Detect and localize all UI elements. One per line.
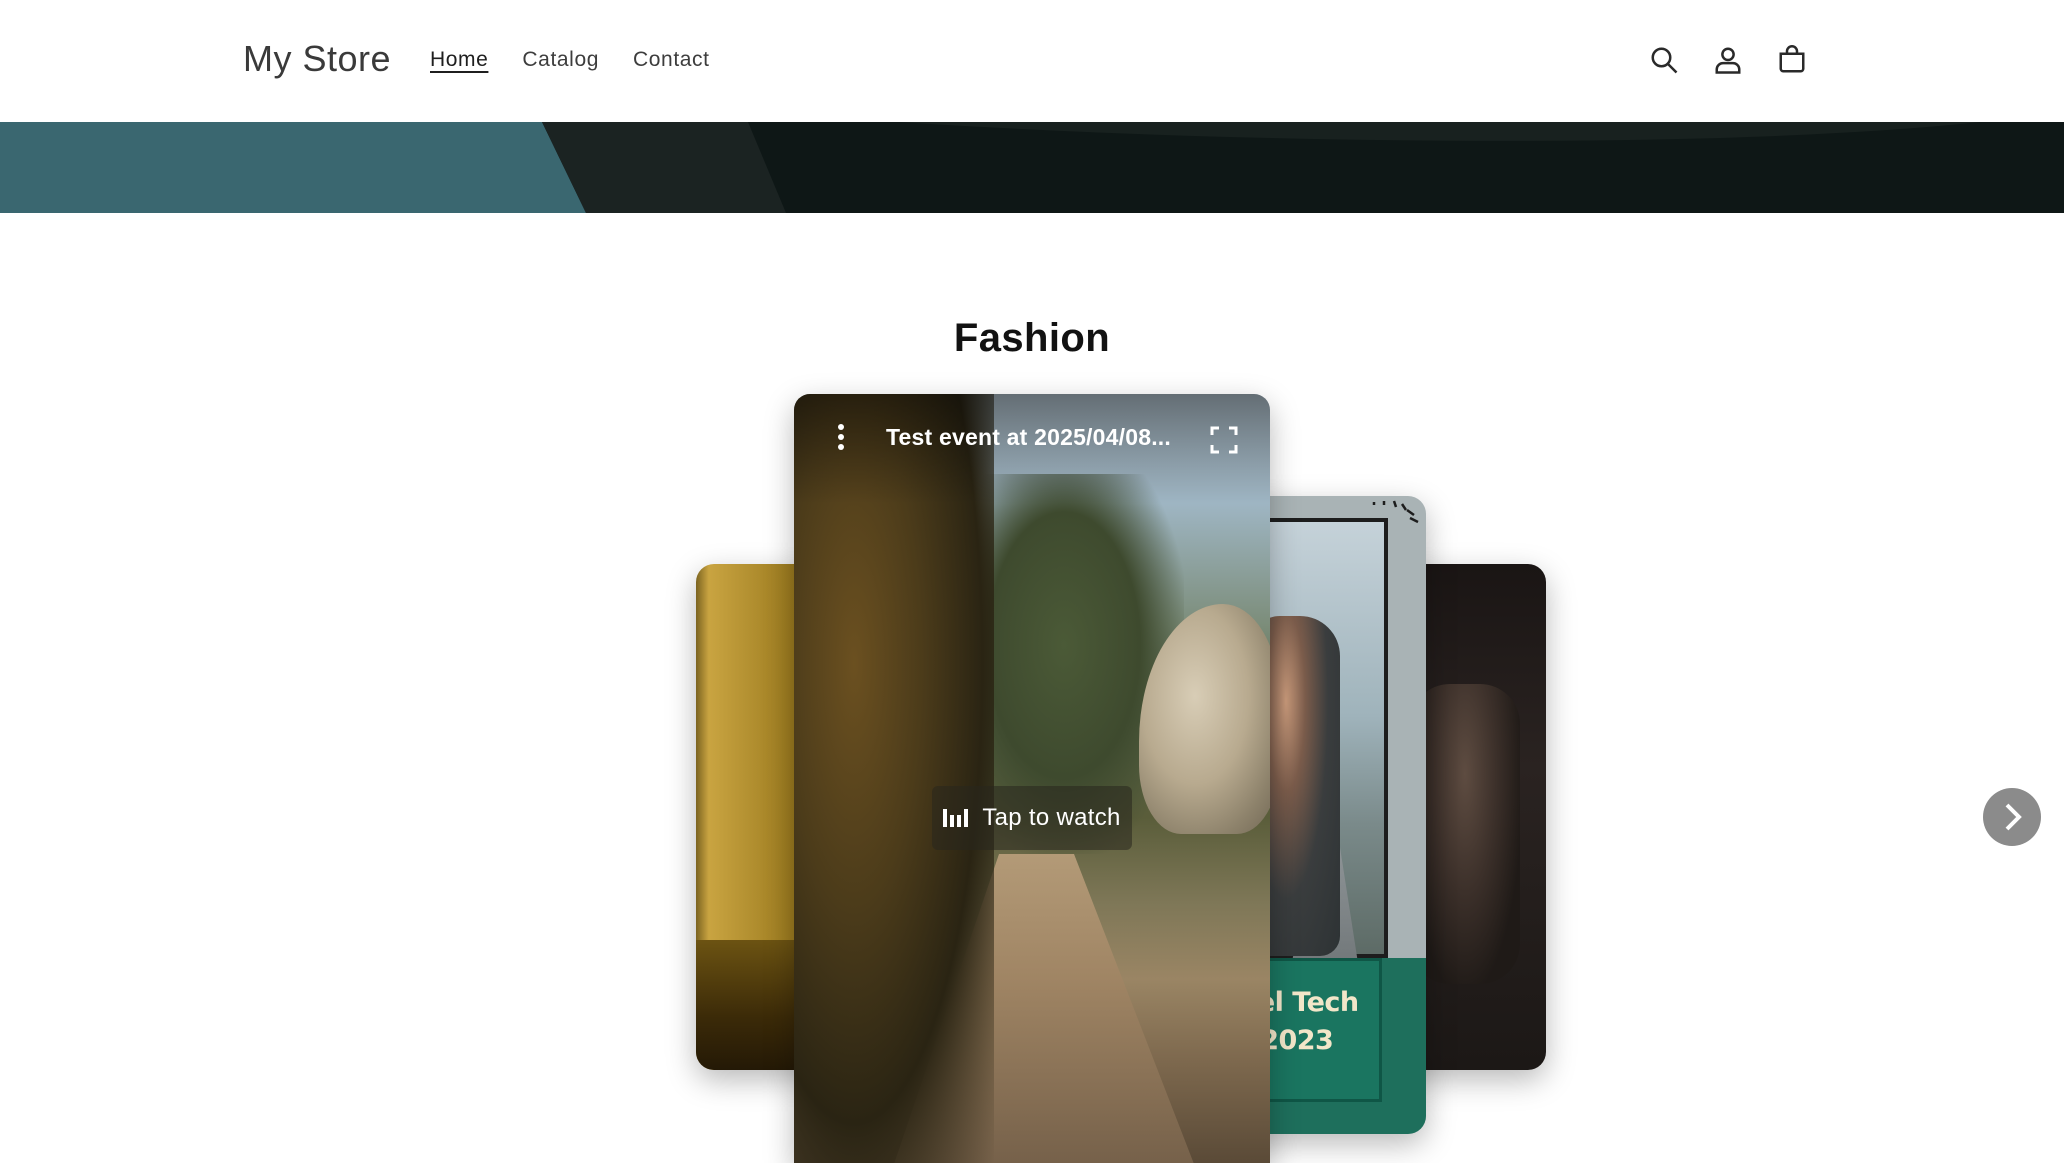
tap-to-watch-label: Tap to watch xyxy=(982,804,1121,831)
sunburst-icon xyxy=(1372,500,1419,524)
carousel-next-button[interactable] xyxy=(1983,788,2041,846)
nav-contact-link[interactable]: Contact xyxy=(633,48,710,72)
story-bars-icon xyxy=(943,809,969,827)
section-title: Fashion xyxy=(953,316,1111,360)
fullscreen-button[interactable] xyxy=(1210,426,1238,454)
store-logo[interactable]: My Store xyxy=(243,38,391,80)
account-button[interactable] xyxy=(1712,40,1744,80)
cart-icon xyxy=(1779,45,1805,73)
header-actions xyxy=(1648,40,1808,80)
tap-to-watch-button[interactable]: Tap to watch xyxy=(932,786,1132,850)
fullscreen-icon xyxy=(1210,426,1238,454)
card-right-figure xyxy=(1410,684,1520,984)
main-card-foliage xyxy=(794,394,994,1163)
search-button[interactable] xyxy=(1648,40,1680,80)
main-card-title: Test event at 2025/04/08... xyxy=(886,424,1171,450)
chevron-right-icon xyxy=(2005,803,2022,831)
search-icon xyxy=(1651,47,1678,74)
nav-catalog-link[interactable]: Catalog xyxy=(522,48,599,72)
main-card-topbar: Test event at 2025/04/08... xyxy=(794,420,1270,460)
account-icon xyxy=(1715,47,1741,74)
more-options-icon[interactable] xyxy=(834,420,848,460)
hero-banner-strip xyxy=(0,122,2064,213)
story-card-main[interactable]: Test event at 2025/04/08... Tap to watch xyxy=(794,394,1270,1163)
main-nav: Home Catalog Contact xyxy=(430,48,710,72)
nav-home-link[interactable]: Home xyxy=(430,48,488,72)
cart-button[interactable] xyxy=(1776,40,1808,80)
site-header: My Store Home Catalog Contact xyxy=(0,0,2064,122)
